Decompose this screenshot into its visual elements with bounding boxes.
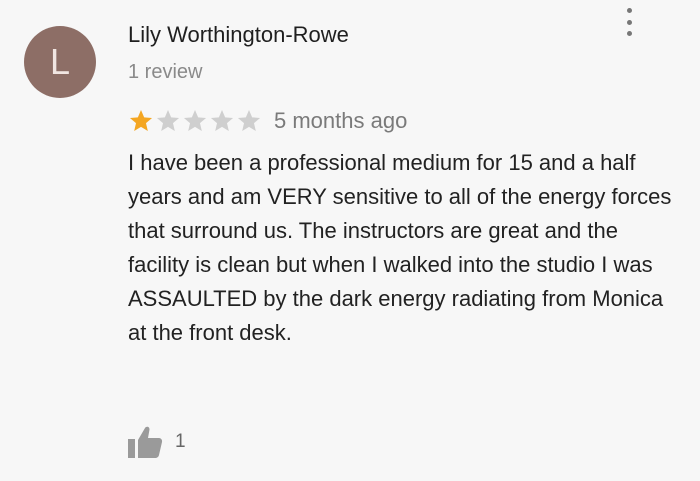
avatar[interactable]: L <box>24 26 96 98</box>
star-rating <box>128 108 262 134</box>
review-text: I have been a professional medium for 15… <box>128 150 672 345</box>
menu-dot <box>626 31 632 36</box>
star-empty-icon <box>156 109 180 131</box>
rating-row: 5 months ago <box>128 106 407 136</box>
thumb-up-icon[interactable] <box>127 425 163 459</box>
star-filled-icon <box>129 109 153 131</box>
like-count: 1 <box>175 431 186 452</box>
menu-dot <box>626 19 632 25</box>
like-row: 1 <box>127 424 186 460</box>
more-options-icon[interactable] <box>618 2 640 42</box>
star-empty-icon <box>210 109 234 131</box>
review-count: 1 review <box>128 61 203 83</box>
reviewer-name[interactable]: Lily Worthington-Rowe <box>128 22 349 48</box>
star-empty-icon <box>183 109 207 131</box>
review-time: 5 months ago <box>274 108 408 133</box>
star-empty-icon <box>237 109 261 131</box>
menu-dot <box>626 8 632 13</box>
